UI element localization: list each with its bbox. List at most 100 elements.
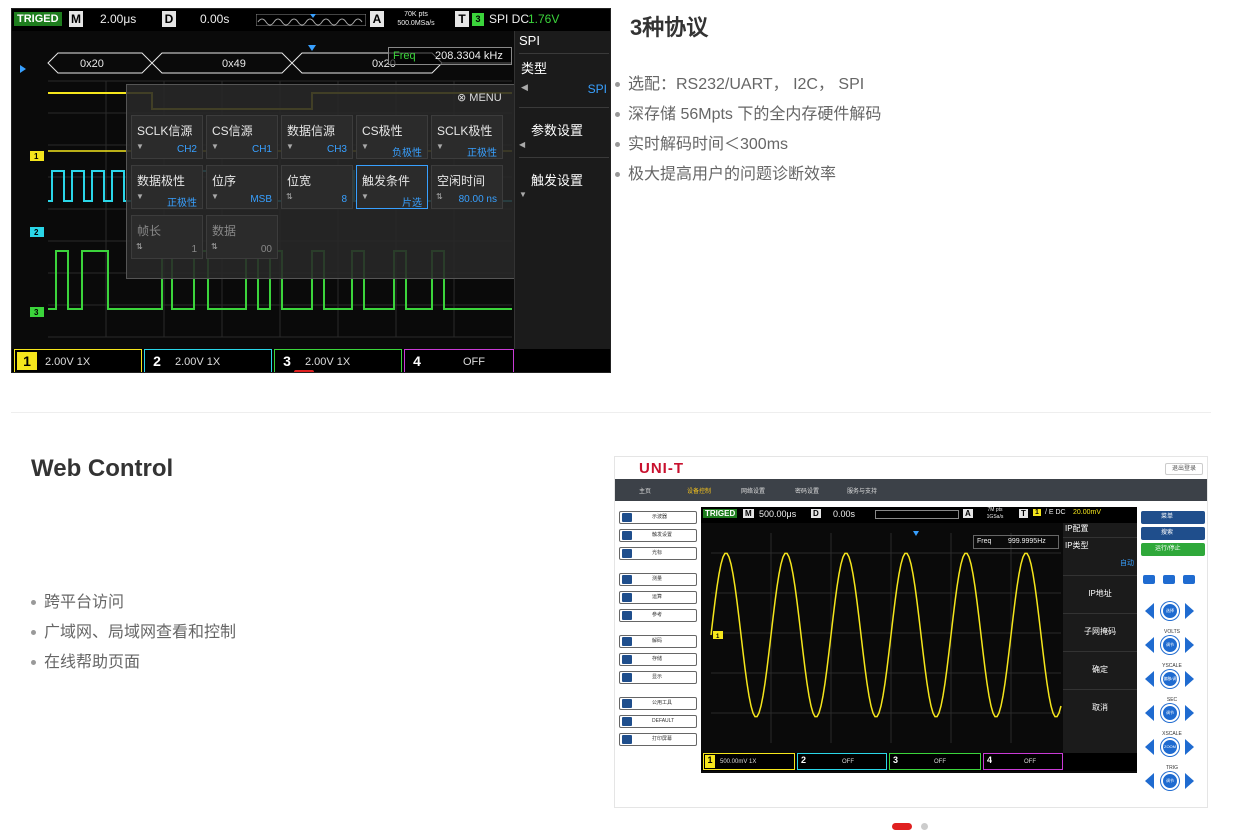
- btn-display[interactable]: 显示: [619, 671, 697, 684]
- channel-2[interactable]: 2 2.00V 1X: [144, 349, 272, 372]
- carousel-dot[interactable]: [921, 823, 928, 830]
- params-label: 参数设置: [531, 123, 584, 138]
- cell-sclk-polarity[interactable]: SCLK极性 ▼ 正极性: [431, 115, 503, 159]
- btn-cursor[interactable]: 光标: [619, 547, 697, 560]
- cell-bit-width[interactable]: 位宽 ⇅ 8: [281, 165, 353, 209]
- channel-1[interactable]: 1 2.00V 1X: [14, 349, 142, 372]
- carousel-dot-active[interactable]: [892, 823, 912, 830]
- web-delay: 0.00s: [833, 509, 856, 519]
- web-channel-3[interactable]: 3 OFF: [889, 753, 981, 770]
- btn-default[interactable]: DEFAULT: [619, 715, 697, 728]
- web-trig-status: TRIGED: [703, 509, 738, 518]
- xscale-down-icon[interactable]: [1145, 739, 1154, 755]
- trig-knob[interactable]: 调节: [1161, 772, 1179, 790]
- search-button[interactable]: 搜索: [1141, 527, 1205, 540]
- cell-cs-source[interactable]: CS信源 ▼ CH1: [206, 115, 278, 159]
- nav-device-control[interactable]: 设备控制: [687, 486, 711, 495]
- nav-home[interactable]: 主页: [639, 486, 651, 495]
- sec-knob[interactable]: 调节: [1161, 704, 1179, 722]
- btn-utility[interactable]: 公用工具: [619, 697, 697, 710]
- cell-idle-time[interactable]: 空闲时间 ⇅ 80.00 ns: [431, 165, 503, 209]
- delay: 0.00s: [200, 12, 230, 26]
- cell-trigger-condition[interactable]: 触发条件 ▼ 片选: [356, 165, 428, 209]
- btn-measure[interactable]: 测量: [619, 573, 697, 586]
- type-label: 类型: [521, 61, 548, 76]
- sec-up-icon[interactable]: [1185, 705, 1194, 721]
- yscale-up-icon[interactable]: [1185, 671, 1194, 687]
- run-stop-button[interactable]: 运行/停止: [1141, 543, 1205, 556]
- logout-button[interactable]: 退出登录: [1165, 463, 1203, 475]
- cell-frame-length[interactable]: 帧长 ⇅ 1: [131, 215, 203, 259]
- left-control-panel: 示波器 触发设置 光标 测量 运算 参考 解码 存储 显示 公用工具 DEFAU…: [619, 507, 699, 807]
- section-divider: [11, 412, 1211, 413]
- ip-type-item[interactable]: IP类型 自动: [1063, 537, 1137, 573]
- web-channel-2[interactable]: 2 OFF: [797, 753, 887, 770]
- web-channel-4[interactable]: 4 OFF: [983, 753, 1063, 770]
- channel-4[interactable]: 4 OFF: [404, 349, 514, 372]
- volts-down-icon[interactable]: [1145, 637, 1154, 653]
- btn-storage[interactable]: 存储: [619, 653, 697, 666]
- subnet-mask-item[interactable]: 子网掩码: [1063, 613, 1137, 649]
- svg-text:1: 1: [34, 152, 39, 161]
- channel-3[interactable]: 3 2.00V 1X: [274, 349, 402, 372]
- yscale-down-icon[interactable]: [1145, 671, 1154, 687]
- menu-params[interactable]: 参数设置 ◀: [519, 107, 609, 157]
- cell-data[interactable]: 数据 ⇅ 00: [206, 215, 278, 259]
- trig-down-icon[interactable]: [1145, 773, 1154, 789]
- yscale-knob[interactable]: 偏移/调速: [1161, 670, 1179, 695]
- web-a-label: A: [963, 509, 973, 518]
- freq-readout: Freq 208.3304 kHz: [388, 47, 512, 65]
- menu-button[interactable]: ⊗ MENU: [457, 91, 502, 104]
- section1-bullet-1: 选配：RS232/UART， I2C， SPI: [615, 70, 864, 94]
- section2-bullet-1: 跨平台访问: [31, 588, 124, 612]
- nav-support[interactable]: 服务与支持: [847, 486, 877, 495]
- nav-prev-icon[interactable]: [1143, 575, 1155, 584]
- nav-next-icon[interactable]: [1183, 575, 1195, 584]
- knob1-left-icon[interactable]: [1145, 603, 1154, 619]
- section1-title: 3种协议: [630, 15, 709, 40]
- volts-knob[interactable]: 调节: [1161, 636, 1179, 654]
- sec-down-icon[interactable]: [1145, 705, 1154, 721]
- nav-network[interactable]: 网络设置: [741, 486, 765, 495]
- freq-value: 208.3304 kHz: [435, 50, 503, 62]
- nav-password[interactable]: 密码设置: [795, 486, 819, 495]
- select-knob[interactable]: 选择: [1161, 602, 1179, 620]
- cancel-item[interactable]: 取消: [1063, 689, 1137, 725]
- web-control-screenshot: UNI-T 退出登录 主页 设备控制 网络设置 密码设置 服务与支持 示波器 触…: [614, 456, 1208, 808]
- m-label: M: [69, 11, 83, 27]
- brand-logo: UNI-T: [639, 460, 684, 477]
- nav-home-icon[interactable]: [1163, 575, 1175, 584]
- btn-trigger[interactable]: 触发设置: [619, 529, 697, 542]
- btn-math[interactable]: 运算: [619, 591, 697, 604]
- xscale-up-icon[interactable]: [1185, 739, 1194, 755]
- volts-up-icon[interactable]: [1185, 637, 1194, 653]
- menu-button[interactable]: 菜单: [1141, 511, 1205, 524]
- cell-data-source[interactable]: 数据信源 ▼ CH3: [281, 115, 353, 159]
- menu-type[interactable]: 类型 ◀ SPI: [519, 53, 609, 103]
- ok-item[interactable]: 确定: [1063, 651, 1137, 687]
- btn-print-screen[interactable]: 打印屏幕: [619, 733, 697, 746]
- menu-trigger[interactable]: 触发设置 ▼: [519, 157, 609, 207]
- cell-cs-polarity[interactable]: CS极性 ▼ 负极性: [356, 115, 428, 159]
- btn-ref[interactable]: 参考: [619, 609, 697, 622]
- menu-label: MENU: [469, 92, 502, 104]
- web-channel-1[interactable]: 1 500.00mV 1X: [703, 753, 795, 770]
- knob1-right-icon[interactable]: [1185, 603, 1194, 619]
- cell-data-polarity[interactable]: 数据极性 ▼ 正极性: [131, 165, 203, 209]
- a-label: A: [370, 11, 384, 27]
- web-t-label: T: [1019, 509, 1028, 518]
- ip-address-item[interactable]: IP地址: [1063, 575, 1137, 611]
- freq-label: Freq: [393, 50, 416, 62]
- btn-decode[interactable]: 解码: [619, 635, 697, 648]
- btn-scope[interactable]: 示波器: [619, 511, 697, 524]
- cell-sclk-source[interactable]: SCLK信源 ▼ CH2: [131, 115, 203, 159]
- cell-bit-order[interactable]: 位序 ▼ MSB: [206, 165, 278, 209]
- web-sample-info: 7M pts 1GSa/s: [986, 507, 1004, 520]
- ip-config-menu: IP配置 IP类型 自动 IP地址 子网掩码 确定 取消: [1063, 523, 1137, 753]
- web-channel-bar: 1 500.00mV 1X 2 OFF 3 OFF 4 OFF: [701, 753, 1137, 771]
- decode-settings-panel: ⊗ MENU SCLK信源 ▼ CH2 CS信源 ▼ CH1 数据信源 ▼ CH3 CS极性…: [126, 84, 516, 279]
- zoom-knob[interactable]: ZOOM: [1161, 738, 1179, 756]
- trig-up-icon[interactable]: [1185, 773, 1194, 789]
- decode-value-1: 0x20: [80, 58, 104, 70]
- section1-bullet-3: 实时解码时间＜300ms: [615, 130, 788, 154]
